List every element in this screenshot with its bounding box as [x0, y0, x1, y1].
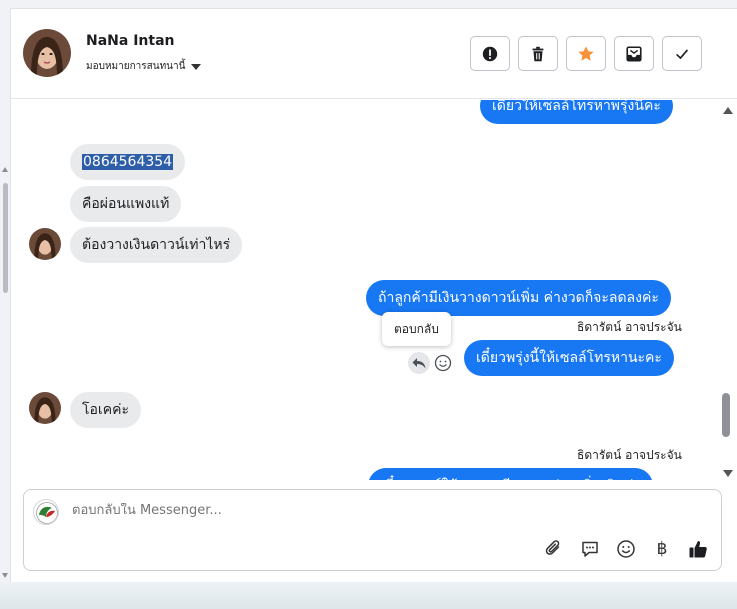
sender-name: ธิดารัตน์ อาจประจัน	[577, 448, 682, 462]
window-bottom-strip	[0, 582, 737, 609]
baht-icon: ฿	[656, 539, 668, 559]
incoming-message[interactable]: 0864564354	[70, 144, 186, 180]
trash-icon	[532, 46, 544, 61]
conversation-header: NaNa Intan มอบหมายการสนทนานี้	[11, 9, 737, 99]
incoming-message[interactable]: คือผ่อนแพงแท้	[70, 186, 182, 222]
message-composer: ฿	[23, 489, 722, 571]
smiley-icon	[617, 540, 635, 558]
checkmark-icon	[676, 48, 689, 59]
selected-phone-text[interactable]: 0864564354	[82, 154, 174, 170]
contact-avatar-small	[29, 228, 61, 260]
incoming-message[interactable]: โอเคค่ะ	[70, 392, 141, 428]
star-button[interactable]	[566, 36, 606, 71]
reply-arrow-icon	[412, 358, 426, 369]
attach-button[interactable]	[543, 538, 565, 560]
thumbs-up-icon	[689, 541, 707, 558]
left-scroll-thumb[interactable]	[3, 183, 8, 293]
emoji-button[interactable]	[615, 538, 637, 560]
like-button[interactable]	[687, 538, 709, 560]
assign-conversation-dropdown[interactable]: มอบหมายการสนทนานี้	[86, 59, 202, 74]
paperclip-icon	[545, 540, 560, 555]
contact-name[interactable]: NaNa Intan	[86, 33, 174, 49]
sender-name: ธิดารัตน์ อาจประจัน	[577, 320, 682, 334]
mark-done-button[interactable]	[662, 36, 702, 71]
reply-input[interactable]	[72, 503, 672, 518]
left-scrollbar[interactable]	[0, 165, 10, 580]
mark-spam-button[interactable]	[470, 36, 510, 71]
outgoing-message[interactable]: ถ้าลูกค้ามีเงินวางดาวน์เพิ่ม ค่างวดก็จะล…	[366, 280, 671, 316]
outgoing-message[interactable]: เดี๋ยวเซลล์ให้รายละเอียดการผ่อนเพิ่มเติม…	[368, 468, 653, 480]
assign-label: มอบหมายการสนทนานี้	[86, 61, 186, 72]
left-scroll-down-icon[interactable]	[2, 573, 8, 578]
exclamation-circle-icon	[482, 46, 498, 61]
scroll-thumb[interactable]	[722, 393, 730, 437]
chat-bubble-icon	[582, 541, 598, 557]
page-avatar	[33, 499, 59, 525]
incoming-message[interactable]: ต้องวางเงินดาวน์เท่าไหร่	[70, 227, 243, 263]
inbox-icon	[626, 45, 642, 62]
composer-tools: ฿	[543, 538, 709, 560]
outgoing-message[interactable]: เดี๋ยวพรุ่งนี้ให้เซลล์โทรหานะคะ	[464, 340, 674, 376]
contact-avatar-small	[29, 392, 61, 424]
left-scroll-up-icon[interactable]	[2, 167, 8, 172]
outgoing-message[interactable]: เดี๋ยวให้เซลล์โทรหาพรุ่งนี้คะ	[480, 100, 673, 124]
page: NaNa Intan มอบหมายการสนทนานี้ เดี๋ยวให้เ…	[0, 0, 737, 609]
delete-button[interactable]	[518, 36, 558, 71]
payment-button[interactable]: ฿	[651, 538, 673, 560]
message-list-scrollbar[interactable]	[718, 101, 736, 483]
star-icon	[578, 45, 594, 61]
react-emoji-icon[interactable]	[434, 354, 452, 372]
scroll-down-icon[interactable]	[723, 470, 733, 477]
chevron-down-icon	[191, 63, 202, 70]
scroll-up-icon[interactable]	[723, 107, 733, 114]
reply-tooltip: ตอบกลับ	[382, 312, 451, 346]
move-to-inbox-button[interactable]	[614, 36, 654, 71]
message-list[interactable]: เดี๋ยวให้เซลล์โทรหาพรุ่งนี้คะ 0864564354…	[11, 100, 737, 480]
reply-button[interactable]	[408, 352, 430, 374]
conversation-panel: NaNa Intan มอบหมายการสนทนานี้ เดี๋ยวให้เ…	[10, 8, 737, 582]
header-actions	[470, 36, 702, 71]
saved-replies-button[interactable]	[579, 538, 601, 560]
contact-avatar[interactable]	[23, 29, 71, 77]
